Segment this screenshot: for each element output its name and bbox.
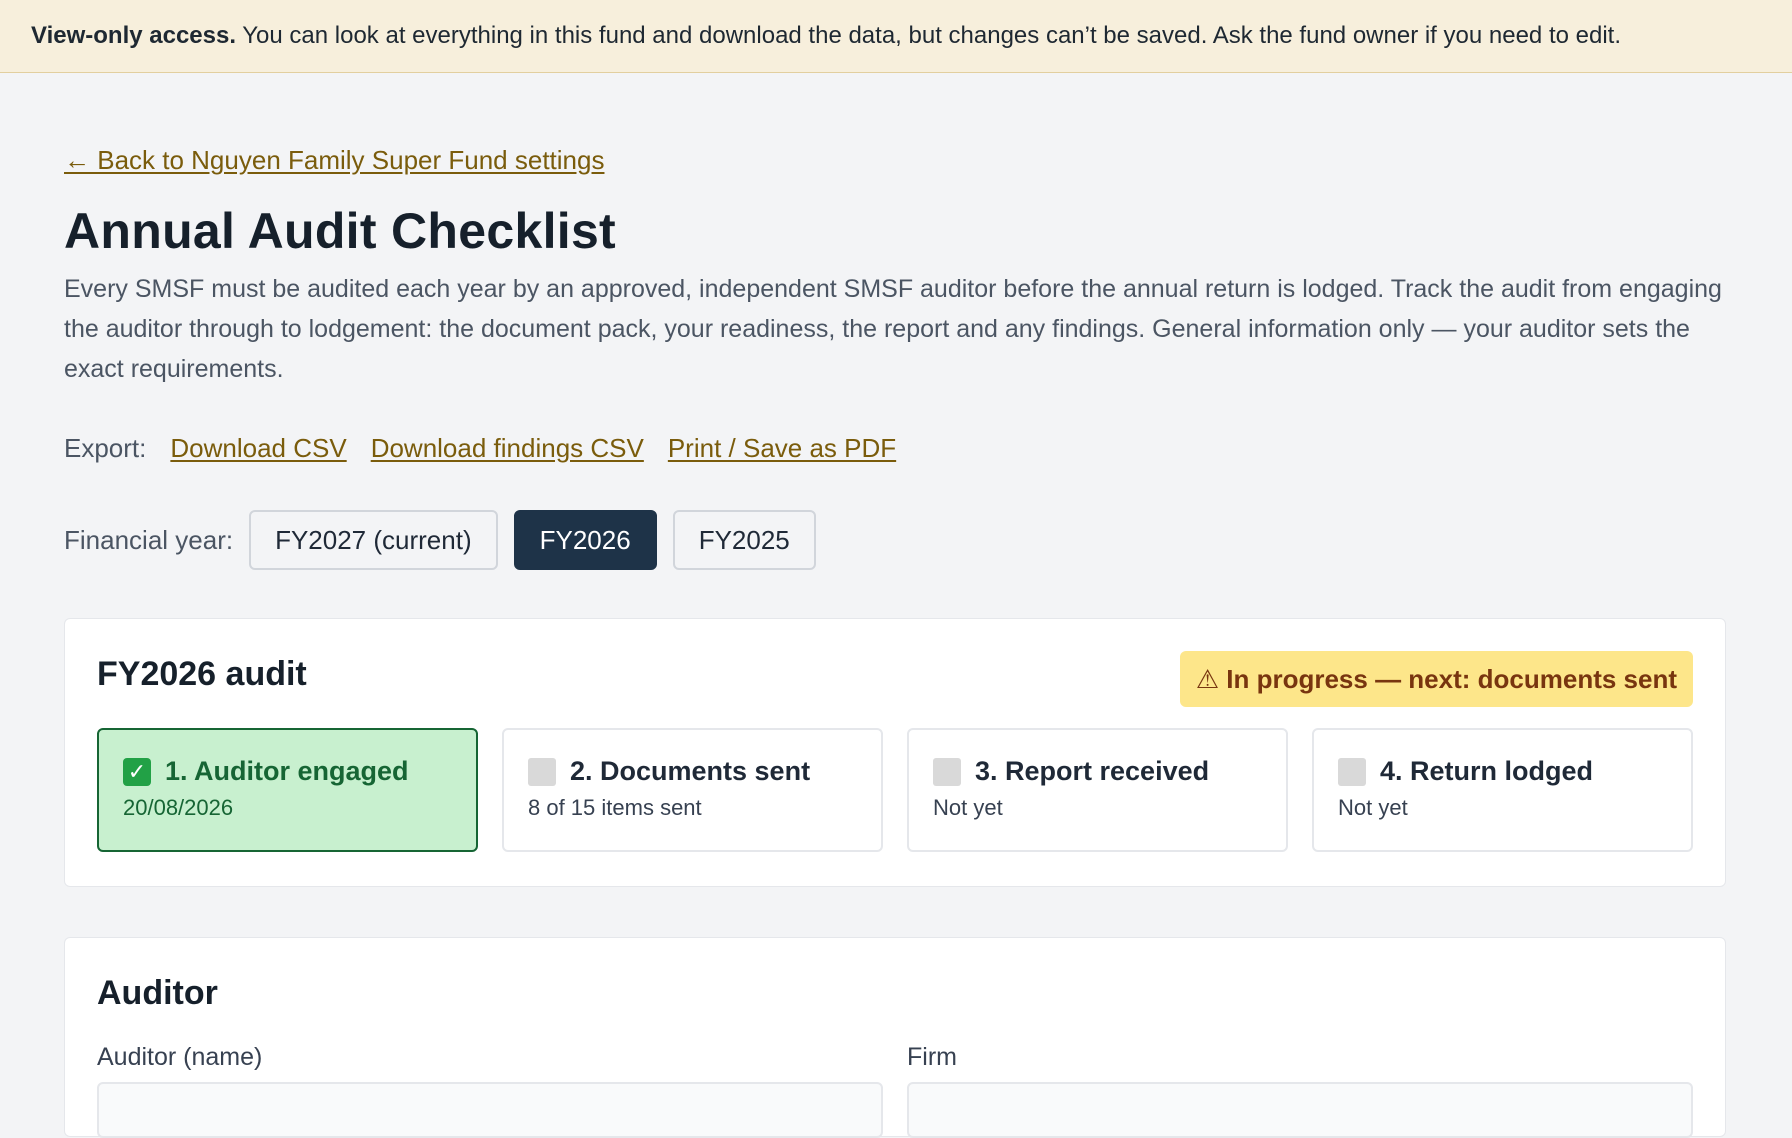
step-detail: Not yet: [1338, 795, 1408, 820]
audit-progress-card: FY2026 audit ⚠ In progress — next: docum…: [64, 618, 1726, 887]
check-empty-icon: [1338, 757, 1366, 786]
firm-label: Firm: [907, 1043, 957, 1071]
auditor-card: Auditor Auditor (name) Firm: [64, 937, 1726, 1138]
firm-input[interactable]: [907, 1082, 1693, 1138]
financial-year-selector: Financial year: FY2027 (current) FY2026 …: [64, 510, 1728, 570]
step-label: 1. Auditor engaged: [165, 756, 409, 786]
view-only-banner: View-only access. You can look at everyt…: [0, 0, 1792, 73]
main-content: ← Back to Nguyen Family Super Fund setti…: [0, 73, 1792, 1138]
step-documents-sent: 2. Documents sent 8 of 15 items sent: [502, 728, 883, 852]
banner-strong: View-only access.: [31, 22, 237, 49]
audit-steps: ✓ 1. Auditor engaged 20/08/2026 2. Docum…: [97, 728, 1693, 852]
page-title: Annual Audit Checklist: [64, 203, 617, 259]
status-badge: ⚠ In progress — next: documents sent: [1179, 651, 1693, 707]
download-findings-csv-link[interactable]: Download findings CSV: [371, 433, 644, 464]
status-badge-text: ⚠ In progress — next: documents sent: [1195, 663, 1677, 694]
auditor-name-field-group: Auditor (name): [97, 1043, 883, 1138]
financial-year-label: Financial year:: [64, 524, 234, 555]
fy-tab-fy2027[interactable]: FY2027 (current): [249, 510, 498, 570]
fy-tab-fy2025[interactable]: FY2025: [672, 510, 816, 570]
step-label: 4. Return lodged: [1380, 756, 1594, 786]
firm-field-group: Firm: [907, 1043, 1693, 1138]
auditor-name-input[interactable]: [97, 1082, 883, 1138]
export-row: Export: Download CSV Download findings C…: [64, 433, 1728, 464]
print-save-pdf-link[interactable]: Print / Save as PDF: [668, 433, 896, 464]
page-intro: Every SMSF must be audited each year by …: [64, 275, 1722, 383]
auditor-card-title: Auditor: [97, 974, 218, 1012]
step-detail: 8 of 15 items sent: [528, 795, 702, 820]
export-label: Export:: [64, 433, 147, 463]
step-label: 2. Documents sent: [570, 756, 811, 786]
step-auditor-engaged: ✓ 1. Auditor engaged 20/08/2026: [97, 728, 478, 852]
check-empty-icon: [933, 757, 961, 786]
download-csv-link[interactable]: Download CSV: [170, 433, 346, 464]
step-return-lodged: 4. Return lodged Not yet: [1312, 728, 1693, 852]
check-done-icon: ✓: [123, 757, 151, 786]
step-label: 3. Report received: [975, 756, 1210, 786]
step-detail: 20/08/2026: [123, 795, 234, 820]
step-detail: Not yet: [933, 795, 1003, 820]
auditor-name-label: Auditor (name): [97, 1043, 263, 1071]
back-to-settings-link[interactable]: ← Back to Nguyen Family Super Fund setti…: [64, 145, 604, 176]
auditor-fields: Auditor (name) Firm: [97, 1043, 1693, 1138]
check-empty-icon: [528, 757, 556, 786]
step-report-received: 3. Report received Not yet: [907, 728, 1288, 852]
banner-message: You can look at everything in this fund …: [236, 22, 1621, 49]
fy-tab-fy2026[interactable]: FY2026: [513, 510, 657, 570]
